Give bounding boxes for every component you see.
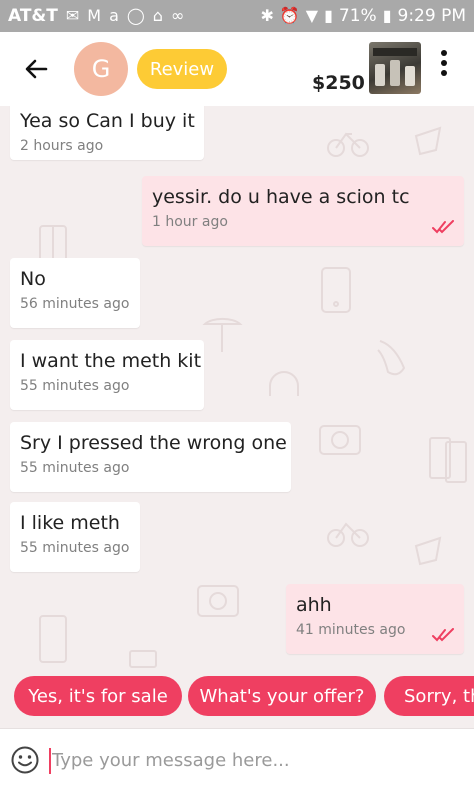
message-timestamp: 56 minutes ago bbox=[20, 296, 130, 312]
message-text: ahh bbox=[296, 594, 332, 616]
quick-reply-label: Sorry, the bbox=[404, 685, 474, 707]
message-text: yessir. do u have a scion tc bbox=[152, 186, 410, 208]
quick-reply-label: Yes, it's for sale bbox=[28, 685, 168, 707]
message-text: I want the meth kit bbox=[20, 350, 202, 372]
message-timestamp: 41 minutes ago bbox=[296, 622, 406, 638]
read-check-icon bbox=[432, 628, 454, 642]
message-text: I like meth bbox=[20, 512, 120, 534]
home-icon: ⌂ bbox=[152, 6, 163, 25]
gmail-icon: M bbox=[87, 6, 102, 25]
clock: 9:29 PM bbox=[397, 6, 467, 26]
message-bubble-outgoing[interactable]: ahh 41 minutes ago bbox=[286, 584, 464, 654]
message-bubble-incoming[interactable]: I want the meth kit 55 minutes ago bbox=[10, 340, 204, 410]
message-timestamp: 55 minutes ago bbox=[20, 378, 130, 394]
message-text: No bbox=[20, 268, 46, 290]
avatar-initial: G bbox=[91, 55, 111, 83]
review-button[interactable]: Review bbox=[137, 49, 227, 89]
back-button[interactable] bbox=[20, 52, 54, 86]
message-input[interactable] bbox=[52, 743, 462, 777]
item-price: $250 bbox=[312, 72, 365, 94]
wifi-icon: ▼ bbox=[305, 6, 319, 25]
text-cursor bbox=[49, 748, 51, 774]
battery-percent: 71% bbox=[338, 6, 377, 26]
quick-reply-chip[interactable]: What's your offer? bbox=[188, 676, 376, 716]
quick-reply-bar[interactable]: Yes, it's for sale What's your offer? So… bbox=[0, 670, 474, 728]
chat-header: G Review $250 bbox=[0, 32, 474, 106]
more-options-button[interactable] bbox=[432, 44, 456, 84]
message-timestamp: 1 hour ago bbox=[152, 214, 228, 230]
message-notification-icon: ✉ bbox=[65, 6, 80, 25]
quick-reply-label: What's your offer? bbox=[199, 685, 365, 707]
item-photo-icon bbox=[373, 48, 417, 86]
message-composer bbox=[0, 728, 474, 788]
read-check-icon bbox=[432, 220, 454, 234]
signal-icon: ▮ bbox=[324, 6, 333, 25]
quick-reply-chip[interactable]: Yes, it's for sale bbox=[14, 676, 182, 716]
quick-reply-chip[interactable]: Sorry, the bbox=[384, 676, 474, 716]
carrier-label: AT&T bbox=[8, 6, 58, 26]
message-text: Yea so Can I buy it bbox=[20, 110, 195, 132]
emoji-button[interactable] bbox=[10, 745, 40, 775]
alarm-icon: ⏰ bbox=[279, 6, 300, 25]
instagram-icon: ◯ bbox=[126, 6, 145, 25]
message-bubble-incoming[interactable]: No 56 minutes ago bbox=[10, 258, 140, 328]
message-timestamp: 55 minutes ago bbox=[20, 460, 130, 476]
review-button-label: Review bbox=[149, 58, 215, 80]
smiley-icon bbox=[11, 746, 39, 774]
message-text: Sry I pressed the wrong one bbox=[20, 432, 287, 454]
status-bar: AT&T ✉ M a ◯ ⌂ ∞ ✱ ⏰ ▼ ▮ 71% ▮ 9:29 PM bbox=[0, 0, 474, 32]
message-list[interactable]: Yea so Can I buy it 2 hours ago yessir. … bbox=[0, 106, 474, 670]
message-bubble-incoming[interactable]: Sry I pressed the wrong one 55 minutes a… bbox=[10, 422, 291, 492]
kebab-menu-icon bbox=[441, 50, 447, 76]
message-bubble-outgoing[interactable]: yessir. do u have a scion tc 1 hour ago bbox=[142, 176, 464, 246]
message-bubble-incoming[interactable]: I like meth 55 minutes ago bbox=[10, 502, 140, 572]
bluetooth-icon: ✱ bbox=[260, 6, 274, 25]
avatar[interactable]: G bbox=[74, 42, 128, 96]
message-timestamp: 2 hours ago bbox=[20, 138, 104, 154]
link-icon: ∞ bbox=[170, 6, 185, 25]
message-bubble-incoming[interactable]: Yea so Can I buy it 2 hours ago bbox=[10, 106, 204, 160]
amazon-icon: a bbox=[109, 6, 119, 25]
arrow-left-icon bbox=[25, 59, 48, 79]
message-timestamp: 55 minutes ago bbox=[20, 540, 130, 556]
item-thumbnail[interactable] bbox=[369, 42, 421, 94]
battery-icon: ▮ bbox=[382, 6, 392, 25]
